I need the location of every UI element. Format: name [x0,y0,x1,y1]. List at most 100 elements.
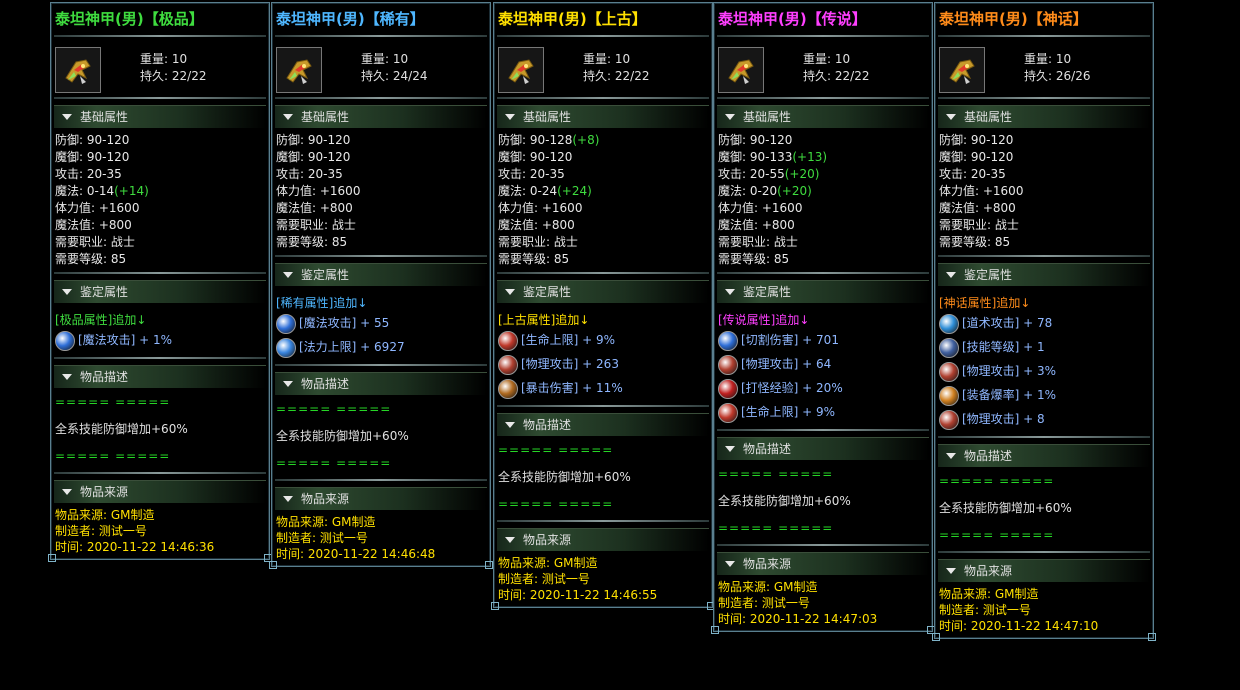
item-description: ===== ===== 全系技能防御增加+60% ===== ===== [714,464,932,538]
section-basic-header[interactable]: 基础属性 [54,105,266,128]
chevron-down-icon [505,114,515,120]
section-desc-header[interactable]: 物品描述 [497,413,709,436]
attribute-label: 防御: [276,133,308,147]
section-desc-header[interactable]: 物品描述 [717,437,929,460]
attribute-value: 85 [553,252,570,266]
section-source-header[interactable]: 物品来源 [275,487,487,510]
attribute-row: 体力值: +1600 [498,200,708,217]
section-identify-header[interactable]: 鉴定属性 [497,280,709,303]
attribute-label: 需要等级: [939,235,995,249]
attribute-value: +800 [98,218,132,232]
item-stats: 重量: 10 持久: 22/22 [803,51,869,85]
crit-gem-icon [498,378,518,399]
section-source-header[interactable]: 物品来源 [497,528,709,551]
attribute-value: 85 [773,252,790,266]
attribute-label: 防御: [718,133,750,147]
item-stats: 重量: 10 持久: 24/24 [361,51,427,85]
section-desc-header[interactable]: 物品描述 [275,372,487,395]
sword-gem-icon [718,354,738,375]
attribute-value: 85 [331,235,348,249]
attribute-value: 90-120 [86,150,130,164]
item-header: 重量: 10 持久: 22/22 [51,37,269,97]
section-identify-header[interactable]: 鉴定属性 [938,263,1150,286]
durability-value: 26/26 [1055,69,1091,83]
attribute-label: 防御: [55,133,87,147]
identify-row: [物理攻击] + 8 [935,408,1153,432]
divider [938,97,1150,99]
item-stats: 重量: 10 持久: 26/26 [1024,51,1090,85]
chevron-down-icon [62,289,72,295]
item-tooltip-card: 泰坦神甲(男)【神话】 重量: 10 持久: 26/26 基础属性 防御: 90… [932,2,1156,641]
section-identify-label: 鉴定属性 [80,285,129,299]
section-basic-header[interactable]: 基础属性 [497,105,709,128]
attribute-row: 体力值: +1600 [276,183,486,200]
description-separator: ===== ===== [55,395,171,409]
section-source-header[interactable]: 物品来源 [938,559,1150,582]
attribute-row: 防御: 90-120 [276,132,486,149]
description-separator: ===== ===== [718,521,834,535]
orb-gem-icon [276,337,296,358]
weight-value: 10 [614,52,631,66]
section-basic-header[interactable]: 基础属性 [717,105,929,128]
frame-corner [269,561,277,569]
section-identify-label: 鉴定属性 [964,268,1013,282]
attribute-label: 防御: [498,133,530,147]
weight-value: 10 [171,52,188,66]
section-identify-header[interactable]: 鉴定属性 [54,280,266,303]
attribute-label: 魔法: [498,184,530,198]
section-source-header[interactable]: 物品来源 [717,552,929,575]
attribute-row: 体力值: +1600 [55,200,265,217]
identify-row: [暴击伤害] + 11% [494,377,712,401]
item-header: 重量: 10 持久: 22/22 [494,37,712,97]
source-time: 时间: 2020-11-22 14:46:48 [276,547,436,561]
attribute-label: 攻击: [498,167,530,181]
section-desc-header[interactable]: 物品描述 [938,444,1150,467]
description-separator: ===== ===== [276,402,392,416]
section-source-label: 物品来源 [301,492,350,506]
section-basic-header[interactable]: 基础属性 [275,105,487,128]
attribute-row: 魔法: 0-14(+14) [55,183,265,200]
item-header: 重量: 10 持久: 22/22 [714,37,932,97]
attribute-row: 需要等级: 85 [718,251,928,268]
basic-attributes: 防御: 90-128(+8) 魔御: 90-120 攻击: 20-35 魔法: 0-2… [494,132,712,268]
attribute-value: 20-35 [307,167,343,181]
identify-attributes: [生命上限] + 9% [物理攻击] + 263 [暴击伤害] + 11% [494,329,712,401]
section-identify-header[interactable]: 鉴定属性 [275,263,487,286]
attribute-row: 魔御: 90-133(+13) [718,149,928,166]
identify-row: [法力上限] + 6927 [272,336,490,360]
attribute-row: 攻击: 20-35 [498,166,708,183]
attribute-label: 体力值: [939,184,983,198]
section-identify-header[interactable]: 鉴定属性 [717,280,929,303]
description-text: 全系技能防御增加+60% [498,470,631,484]
description-separator: ===== ===== [939,474,1055,488]
item-description: ===== ===== 全系技能防御增加+60% ===== ===== [272,399,490,473]
durability-label: 持久: [361,69,390,83]
chevron-down-icon [725,446,735,452]
attribute-label: 魔法: [718,184,750,198]
section-desc-header[interactable]: 物品描述 [54,365,266,388]
chevron-down-icon [505,537,515,543]
durability-label: 持久: [1024,69,1053,83]
chevron-down-icon [725,561,735,567]
identify-row: [物理攻击] + 3% [935,360,1153,384]
attribute-value: +1600 [982,184,1024,198]
section-basic-label: 基础属性 [523,110,572,124]
identify-attributes: [魔法攻击] + 1% [51,329,269,353]
attribute-value: 战士 [553,235,578,249]
chevron-down-icon [283,272,293,278]
divider [497,520,709,522]
attribute-label: 体力值: [718,201,762,215]
attribute-label: 魔御: [276,150,308,164]
attribute-row: 体力值: +1600 [939,183,1149,200]
attribute-value: 战士 [110,235,135,249]
durability-value: 22/22 [614,69,650,83]
item-source: 物品来源: GM制造 制造者: 测试一号 时间: 2020-11-22 14:4… [494,555,712,607]
divider [938,255,1150,257]
attribute-row: 魔御: 90-120 [498,149,708,166]
section-basic-header[interactable]: 基础属性 [938,105,1150,128]
description-separator: ===== ===== [498,497,614,511]
section-source-header[interactable]: 物品来源 [54,480,266,503]
attribute-value: 20-55 [749,167,785,181]
attribute-row: 魔法值: +800 [276,200,486,217]
identify-row: [物理攻击] + 263 [494,353,712,377]
